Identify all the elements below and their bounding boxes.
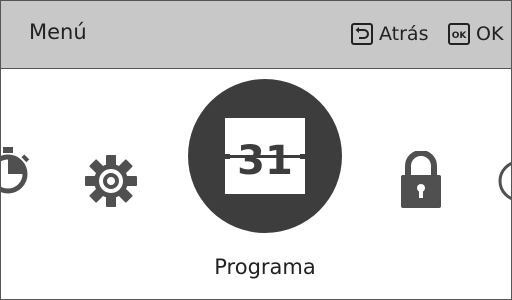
lock-icon [401, 151, 441, 208]
menu-item-timer[interactable] [0, 143, 37, 199]
menu-item-settings[interactable] [83, 153, 139, 209]
timer-icon [1, 147, 30, 194]
ok-button[interactable]: OK OK [448, 20, 503, 48]
menu-screen: Menú Atrás OK OK 31 Programa [0, 0, 512, 300]
gear-icon [85, 155, 137, 207]
menu-item-clock[interactable] [497, 159, 512, 203]
back-button[interactable]: Atrás [351, 20, 428, 48]
ok-badge-icon: OK [448, 23, 470, 45]
ok-badge-text: OK [452, 31, 468, 41]
back-label: Atrás [379, 23, 429, 45]
selected-item-label: Programa [214, 255, 316, 279]
calendar-icon: 31 [222, 118, 308, 194]
menu-title: Menú [29, 20, 87, 44]
calendar-day: 31 [237, 138, 293, 184]
clock-icon [498, 162, 511, 200]
menu-item-lock[interactable] [399, 151, 443, 209]
back-icon [351, 23, 373, 45]
menu-carousel: 31 Programa [1, 69, 511, 299]
ok-label: OK [476, 23, 504, 45]
menu-header: Menú Atrás OK OK [1, 1, 511, 69]
